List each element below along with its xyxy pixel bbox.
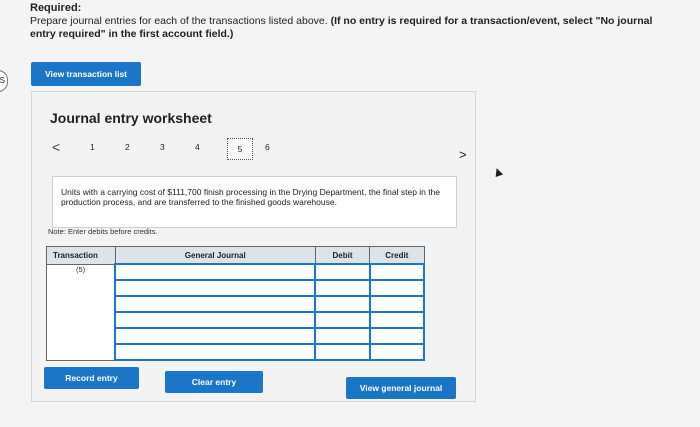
debit-field[interactable]	[314, 279, 371, 297]
credit-field[interactable]	[368, 279, 426, 297]
view-transaction-list-button[interactable]: View transaction list	[31, 62, 141, 86]
instructions: Prepare journal entries for each of the …	[30, 15, 680, 41]
credit-field[interactable]	[368, 263, 426, 281]
header-general-journal: General Journal	[114, 246, 316, 265]
credit-field[interactable]	[368, 343, 426, 361]
debit-field[interactable]	[314, 263, 371, 281]
page-2[interactable]: 2	[125, 142, 130, 152]
worksheet-pager: < 1 2 3 4 5 6 >	[52, 137, 467, 165]
instruction-text: Prepare journal entries for each of the …	[30, 15, 331, 27]
record-entry-button[interactable]: Record entry	[44, 367, 139, 389]
note-text: Note: Enter debits before credits.	[48, 227, 158, 236]
debit-field[interactable]	[314, 343, 371, 361]
account-field[interactable]	[114, 295, 317, 313]
debit-field[interactable]	[314, 295, 371, 313]
debit-field[interactable]	[314, 311, 371, 329]
journal-table: Transaction General Journal Debit Credit…	[46, 246, 426, 361]
view-general-journal-button[interactable]: View general journal	[346, 377, 456, 399]
page-6[interactable]: 6	[265, 142, 270, 152]
account-field[interactable]	[114, 327, 317, 345]
header-debit: Debit	[314, 246, 371, 265]
header-transaction: Transaction	[46, 246, 116, 265]
transaction-description: Units with a carrying cost of $111,700 f…	[52, 176, 457, 228]
table-row: (5)	[46, 263, 426, 361]
header-credit: Credit	[369, 246, 425, 265]
credit-field[interactable]	[368, 327, 426, 345]
worksheet-title: Journal entry worksheet	[50, 110, 212, 126]
clear-entry-button[interactable]: Clear entry	[165, 371, 263, 393]
account-field[interactable]	[114, 311, 317, 329]
chevron-right-icon[interactable]: >	[459, 147, 467, 162]
side-tab[interactable]: S	[0, 70, 8, 92]
journal-entry-worksheet-panel: Journal entry worksheet < 1 2 3 4 5 6 > …	[31, 91, 476, 402]
page-5-active[interactable]: 5	[227, 138, 253, 160]
account-field[interactable]	[114, 279, 317, 297]
account-field[interactable]	[114, 263, 317, 281]
account-field[interactable]	[114, 343, 317, 361]
transaction-cell: (5)	[46, 263, 116, 361]
page-1[interactable]: 1	[90, 142, 95, 152]
page-4[interactable]: 4	[195, 142, 200, 152]
debit-field[interactable]	[314, 327, 371, 345]
page-3[interactable]: 3	[160, 142, 165, 152]
cursor-icon	[492, 166, 504, 178]
chevron-left-icon[interactable]: <	[52, 139, 60, 155]
credit-field[interactable]	[368, 311, 426, 329]
credit-field[interactable]	[368, 295, 426, 313]
required-label: Required:	[30, 2, 82, 14]
